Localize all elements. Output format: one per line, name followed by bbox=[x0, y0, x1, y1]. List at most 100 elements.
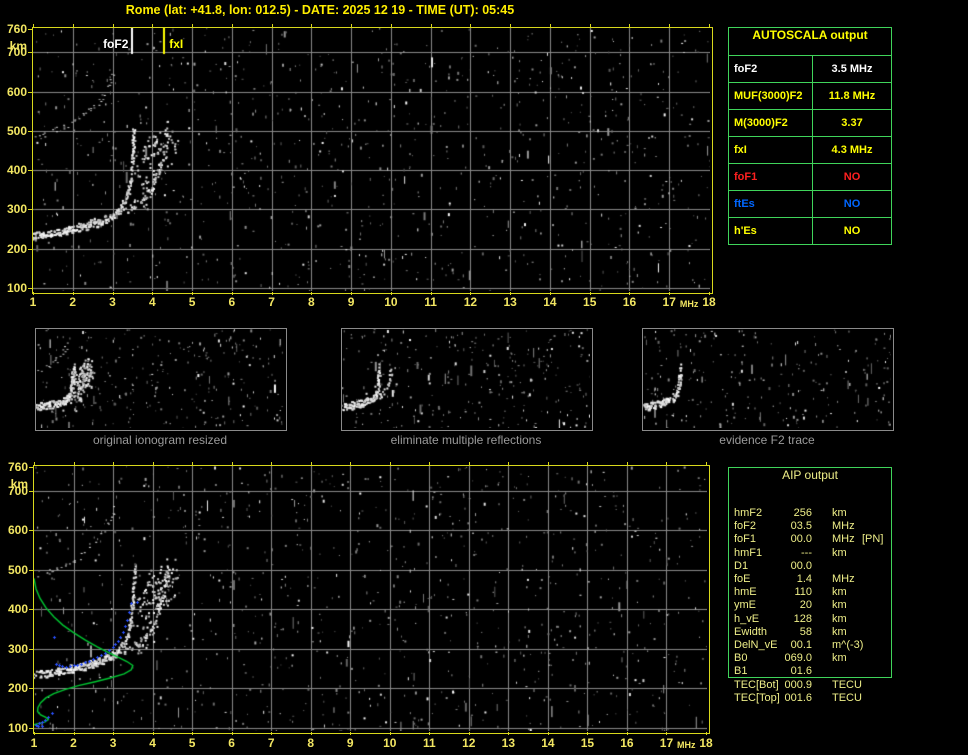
thumbnail-original-canvas bbox=[36, 329, 284, 428]
autoscala-table-rows: foF2 3.5 MHz MUF(3000)F2 11.8 MHz M(3000)F2 3… bbox=[729, 55, 891, 244]
autoscala-value: 3.37 bbox=[841, 117, 863, 129]
axis-tick bbox=[231, 24, 233, 27]
aip-unit: km bbox=[832, 625, 847, 638]
axis-tick bbox=[429, 462, 431, 465]
axis-tick bbox=[669, 24, 671, 27]
axis-tick bbox=[350, 462, 352, 465]
autoscala-param: fxI bbox=[729, 137, 813, 163]
x-tick-label: 11 bbox=[424, 295, 437, 309]
x-axis-unit-label: MHz bbox=[676, 740, 696, 750]
axis-tick bbox=[73, 462, 75, 465]
x-tick-label: 6 bbox=[228, 295, 236, 309]
x-tick-label: 7 bbox=[268, 295, 275, 309]
aip-param: ymE bbox=[734, 599, 756, 612]
axis-tick bbox=[351, 292, 353, 295]
aip-unit: km bbox=[832, 507, 847, 519]
aip-value: 03.5 bbox=[790, 520, 812, 533]
axis-tick bbox=[589, 292, 591, 295]
autoscala-value: 11.8 MHz bbox=[828, 90, 876, 102]
autoscala-row-h-es: h'Es NO bbox=[729, 217, 891, 244]
aip-param: B1 bbox=[734, 665, 748, 678]
axis-tick bbox=[28, 248, 32, 250]
x-tick-label: 8 bbox=[307, 736, 315, 750]
autoscala-param: foF1 bbox=[729, 164, 813, 190]
aip-unit: MHz bbox=[832, 533, 855, 546]
x-tick-label: 7 bbox=[267, 736, 275, 750]
aip-value: 069.0 bbox=[784, 652, 812, 665]
autoscala-output-table: AUTOSCALA output foF2 3.5 MHz MUF(3000)F2 1… bbox=[728, 27, 892, 245]
axis-tick bbox=[311, 292, 313, 295]
axis-tick bbox=[34, 462, 35, 465]
axis-tick bbox=[152, 732, 154, 735]
station-title: Rome (lat: +41.8, lon: 012.5) - DATE: 20… bbox=[125, 3, 515, 17]
x-tick-label: 2 bbox=[69, 295, 77, 309]
thumbnail-eliminate-reflections bbox=[341, 328, 593, 431]
axis-tick bbox=[350, 732, 352, 735]
autoscala-param: ftEs bbox=[729, 191, 813, 217]
aip-table-header: AIP output bbox=[782, 468, 838, 482]
x-tick-label: 15 bbox=[580, 736, 595, 750]
aip-param: B0 bbox=[734, 652, 748, 665]
autoscala-value: NO bbox=[843, 225, 861, 237]
aip-row-ewidth: Ewidth 58 km bbox=[728, 626, 892, 639]
y-axis-unit-label: km bbox=[9, 39, 27, 53]
autoscala-row-ftes: ftEs NO bbox=[729, 190, 891, 217]
axis-tick bbox=[706, 462, 707, 465]
x-tick-label: 1 bbox=[30, 736, 38, 750]
axis-tick bbox=[429, 732, 431, 735]
y-tick-label: 400 bbox=[6, 163, 27, 178]
aip-unit: km bbox=[832, 612, 847, 625]
y-tick-label: 100 bbox=[7, 721, 28, 736]
axis-tick bbox=[29, 569, 33, 571]
y-axis-unit-label: km bbox=[10, 477, 28, 491]
aip-row-hme: hmE 110 km bbox=[728, 586, 892, 599]
x-tick-label: 14 bbox=[541, 736, 555, 750]
axis-tick bbox=[666, 732, 668, 735]
axis-tick bbox=[28, 91, 32, 93]
autoscala-param: h'Es bbox=[729, 218, 813, 244]
x-tick-label: 3 bbox=[109, 295, 116, 309]
x-tick-label: 1 bbox=[29, 295, 37, 309]
axis-tick bbox=[390, 292, 392, 295]
aip-value: 256 bbox=[793, 507, 812, 519]
thumbnail-evidence-f2 bbox=[642, 328, 894, 431]
axis-tick bbox=[231, 292, 233, 295]
aip-unit: km bbox=[832, 546, 847, 559]
aip-param: foE bbox=[734, 573, 751, 585]
autoscala-table-header: AUTOSCALA output bbox=[752, 28, 868, 42]
aip-value: 110 bbox=[794, 586, 812, 599]
aip-value: 128 bbox=[793, 612, 812, 625]
axis-tick bbox=[112, 24, 114, 27]
autoscala-param: M(3000)F2 bbox=[729, 110, 813, 136]
axis-tick bbox=[29, 688, 33, 690]
axis-tick bbox=[549, 24, 551, 27]
axis-tick bbox=[587, 732, 589, 735]
axis-tick bbox=[470, 292, 472, 295]
aip-param: hmF1 bbox=[734, 546, 763, 559]
aip-unit: TECU bbox=[832, 678, 862, 691]
aip-value: 00.0 bbox=[790, 533, 812, 546]
aip-note: [PN] bbox=[862, 533, 884, 546]
axis-tick bbox=[29, 530, 33, 532]
axis-tick bbox=[587, 462, 589, 465]
axis-tick bbox=[33, 292, 34, 295]
axis-tick bbox=[73, 732, 75, 735]
axis-tick bbox=[626, 462, 628, 465]
aip-param: D1 bbox=[734, 559, 749, 572]
y-tick-label: 500 bbox=[6, 123, 27, 138]
axis-tick bbox=[28, 130, 32, 132]
axis-tick bbox=[310, 732, 312, 735]
thumbnail-caption-evidence: evidence F2 trace bbox=[719, 433, 815, 447]
axis-tick bbox=[29, 490, 33, 492]
axis-tick bbox=[271, 24, 273, 27]
axis-tick bbox=[709, 292, 710, 295]
axis-tick bbox=[28, 170, 32, 172]
autoscala-value: NO bbox=[843, 198, 861, 210]
thumbnail-evidence-canvas bbox=[643, 329, 891, 428]
aip-ionogram-canvas bbox=[34, 466, 707, 731]
aip-value: --- bbox=[801, 546, 812, 559]
axis-tick bbox=[28, 288, 32, 290]
axis-tick bbox=[29, 609, 33, 611]
aip-row-b1: B1 01.6 bbox=[728, 665, 892, 678]
aip-unit: m^(-3) bbox=[832, 639, 864, 651]
